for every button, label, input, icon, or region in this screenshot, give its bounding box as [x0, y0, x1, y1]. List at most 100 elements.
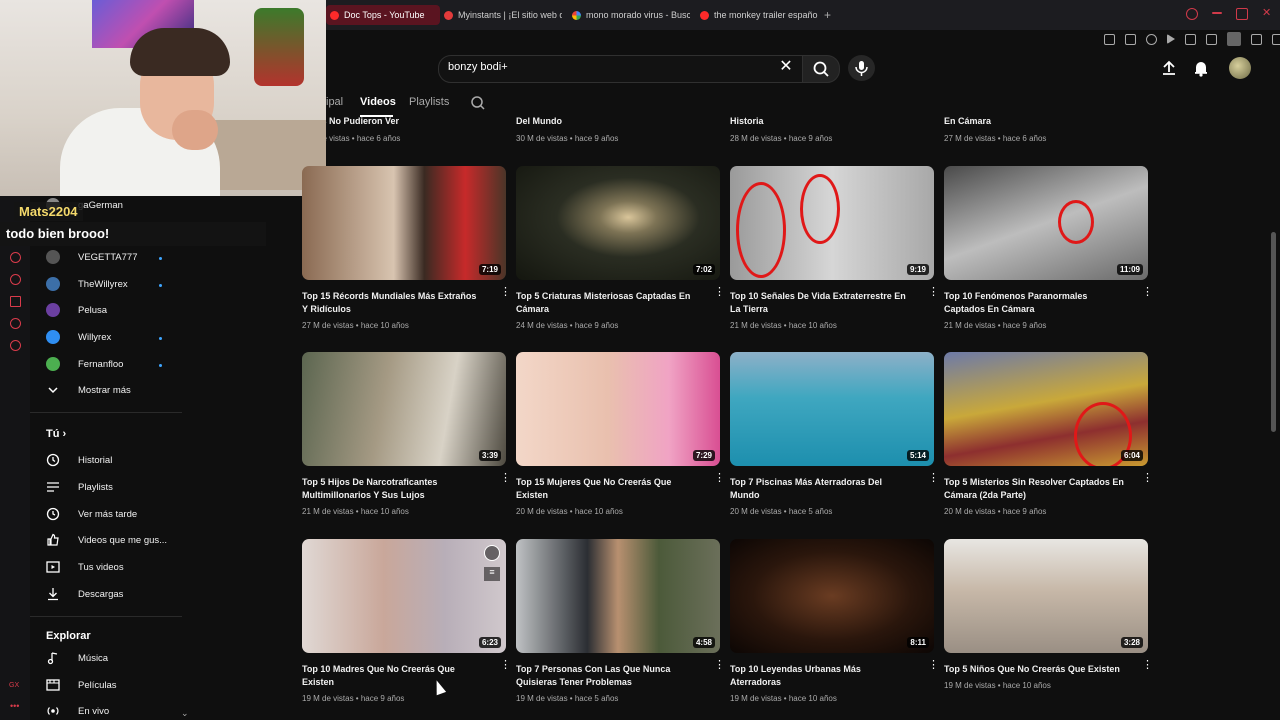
minimize-icon[interactable] [1212, 12, 1222, 14]
video-thumbnail[interactable]: 7:29 [516, 352, 720, 466]
video-title[interactable]: Top 10 Fenómenos Paranormales Captados E… [944, 290, 1124, 316]
watch-later-icon[interactable] [484, 545, 500, 561]
clear-search-icon[interactable]: ✕ [776, 57, 796, 77]
video-card[interactable]: 11:09 Top 10 Fenómenos Paranormales Capt… [944, 166, 1153, 330]
messenger-icon[interactable] [10, 318, 21, 329]
settings-icon[interactable] [10, 340, 21, 351]
sidebar-item-music[interactable]: Música [46, 649, 108, 667]
profile-icon[interactable] [1227, 32, 1241, 46]
video-title[interactable]: Top 15 Mujeres Que No Creerás Que Existe… [516, 476, 696, 502]
browser-tab-doc-tops[interactable]: Doc Tops - YouTube [326, 5, 440, 25]
more-options-icon[interactable]: ⋮ [500, 473, 511, 484]
play-icon[interactable] [1167, 34, 1175, 44]
video-thumbnail[interactable]: 9:19 [730, 166, 934, 280]
video-card[interactable]: 5:14 Top 7 Piscinas Más Aterradoras Del … [730, 352, 939, 516]
video-thumbnail[interactable]: 3:28 [944, 539, 1148, 653]
video-thumbnail[interactable]: 11:09 [944, 166, 1148, 280]
sidebar-item-live[interactable]: En vivo [46, 702, 109, 720]
more-options-icon[interactable]: ⋮ [500, 660, 511, 671]
video-title[interactable]: Top 7 Piscinas Más Aterradoras Del Mundo [730, 476, 910, 502]
downloads-icon[interactable] [10, 296, 21, 307]
bell-icon[interactable] [1192, 59, 1210, 77]
browser-tab-search[interactable]: mono morado virus - Busc [572, 5, 690, 25]
video-thumbnail[interactable]: 3:39 [302, 352, 506, 466]
snapshot-icon[interactable] [1272, 33, 1280, 45]
sidebar-item-subscription[interactable]: Willyrex [46, 328, 111, 346]
history-icon[interactable] [10, 274, 21, 285]
sidebar-item-your-videos[interactable]: Tus videos [46, 558, 124, 576]
pin-icon[interactable] [1104, 33, 1115, 45]
sidebar-item-subscription[interactable]: VEGETTA777 [46, 248, 138, 266]
more-options-icon[interactable]: ⋮ [928, 287, 939, 298]
video-title[interactable]: Top 10 Madres Que No Creerás Que Existen [302, 663, 482, 689]
show-more-button[interactable]: Mostrar más [46, 381, 131, 399]
voice-search-button[interactable] [848, 55, 875, 81]
add-to-queue-icon[interactable]: ≡ [484, 567, 500, 581]
video-thumbnail[interactable]: 4:58 [516, 539, 720, 653]
video-thumbnail[interactable]: 7:19 [302, 166, 506, 280]
video-card[interactable]: ≡ 6:23 Top 10 Madres Que No Creerás Que … [302, 539, 511, 703]
browser-tab-monkey-trailer[interactable]: the monkey trailer españo [700, 5, 818, 25]
video-card[interactable]: 3:28 Top 5 Niños Que No Creerás Que Exis… [944, 539, 1153, 690]
video-card[interactable]: 6:04 Top 5 Misterios Sin Resolver Captad… [944, 352, 1153, 516]
search-button[interactable] [802, 55, 840, 83]
sidebar-item-history[interactable]: Historial [46, 451, 112, 469]
channel-search-icon[interactable] [470, 95, 486, 111]
video-card[interactable]: 7:29 Top 15 Mujeres Que No Creerás Que E… [516, 352, 725, 516]
more-options-icon[interactable]: ⋮ [714, 660, 725, 671]
more-options-icon[interactable]: ⋮ [714, 287, 725, 298]
video-title[interactable]: Top 5 Hijos De Narcotraficantes Multimil… [302, 476, 482, 502]
more-options-icon[interactable]: ⋮ [928, 660, 939, 671]
download-icon[interactable] [1251, 33, 1262, 45]
more-options-icon[interactable]: ⋮ [1142, 660, 1153, 671]
sidebar-item-watch-later[interactable]: Ver más tarde [46, 505, 137, 523]
shield-icon[interactable] [1146, 33, 1157, 45]
sidebar-item-subscription[interactable]: Fernanfloo [46, 355, 123, 373]
sidebar-item-movies[interactable]: Películas [46, 676, 117, 694]
more-options-icon[interactable]: ⋮ [714, 473, 725, 484]
extensions-icon[interactable] [1206, 33, 1217, 45]
video-card[interactable]: 7:19 Top 15 Récords Mundiales Más Extrañ… [302, 166, 511, 330]
video-thumbnail[interactable]: 8:11 [730, 539, 934, 653]
video-title[interactable]: Top 5 Niños Que No Creerás Que Existen [944, 663, 1124, 676]
more-options-icon[interactable]: ⋮ [500, 287, 511, 298]
prev-video-title[interactable]: os No Pudieron Ver [316, 116, 399, 126]
sidebar-item-subscription[interactable]: Pelusa [46, 301, 107, 319]
screenshot-icon[interactable] [1125, 33, 1136, 45]
more-icon[interactable]: ••• [10, 701, 19, 711]
heart-icon[interactable] [1185, 33, 1196, 45]
prev-video-title[interactable]: En Cámara [944, 116, 991, 126]
avatar[interactable] [1229, 57, 1251, 79]
video-card[interactable]: 3:39 Top 5 Hijos De Narcotraficantes Mul… [302, 352, 511, 516]
video-card[interactable]: 7:02 Top 5 Criaturas Misteriosas Captada… [516, 166, 725, 330]
new-tab-button[interactable]: + [824, 5, 836, 25]
more-options-icon[interactable]: ⋮ [1142, 287, 1153, 298]
page-scrollbar[interactable] [1271, 232, 1276, 432]
sidebar-item-subscription[interactable]: TheWillyrex [46, 275, 128, 293]
sidebar-item-downloads[interactable]: Descargas [46, 585, 123, 603]
tab-playlists[interactable]: Playlists [409, 96, 449, 108]
video-title[interactable]: Top 7 Personas Con Las Que Nunca Quisier… [516, 663, 696, 689]
video-title[interactable]: Top 5 Misterios Sin Resolver Captados En… [944, 476, 1124, 502]
more-options-icon[interactable]: ⋮ [1142, 473, 1153, 484]
video-thumbnail[interactable]: 7:02 [516, 166, 720, 280]
upload-icon[interactable] [1160, 59, 1178, 77]
prev-video-title[interactable]: Del Mundo [516, 116, 562, 126]
browser-tab-myinstants[interactable]: Myinstants | ¡El sitio web d [444, 5, 562, 25]
tab-principal[interactable]: ipal [326, 96, 343, 108]
search-tabs-icon[interactable] [1186, 8, 1198, 20]
sidebar-section-you[interactable]: Tú › [46, 428, 66, 440]
video-card[interactable]: 9:19 Top 10 Señales De Vida Extraterrest… [730, 166, 939, 330]
prev-video-title[interactable]: Historia [730, 116, 764, 126]
sidebar-item-liked-videos[interactable]: Videos que me gus... [46, 531, 167, 549]
more-options-icon[interactable]: ⋮ [928, 473, 939, 484]
video-thumbnail[interactable]: ≡ 6:23 [302, 539, 506, 653]
maximize-icon[interactable] [1236, 8, 1248, 20]
video-title[interactable]: Top 15 Récords Mundiales Más Extraños Y … [302, 290, 482, 316]
video-thumbnail[interactable]: 5:14 [730, 352, 934, 466]
sidebar-scroll-down-icon[interactable]: ⌄ [181, 708, 189, 719]
wallet-icon[interactable] [10, 252, 21, 263]
video-card[interactable]: 8:11 Top 10 Leyendas Urbanas Más Aterrad… [730, 539, 939, 703]
video-title[interactable]: Top 10 Leyendas Urbanas Más Aterradoras [730, 663, 910, 689]
video-thumbnail[interactable]: 6:04 [944, 352, 1148, 466]
